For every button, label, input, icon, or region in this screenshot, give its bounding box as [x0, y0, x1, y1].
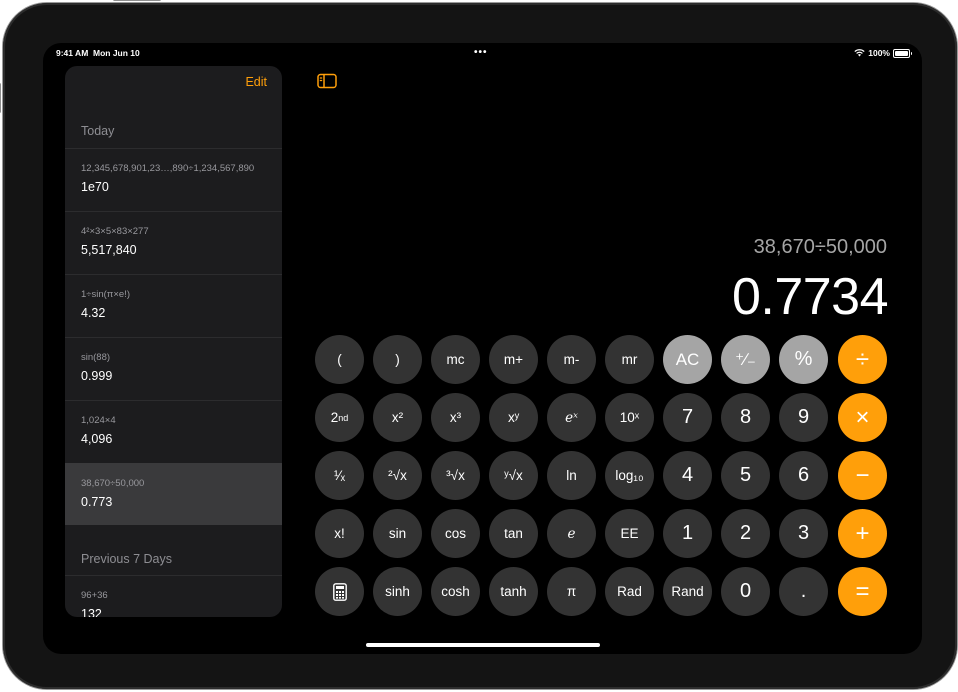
x-cubed-key[interactable]: x³ — [431, 393, 480, 442]
history-expression: sin(88) — [81, 352, 111, 363]
history-item[interactable]: 4²×3×5×83×277 5,517,840 — [65, 211, 282, 273]
second-function-key[interactable]: 2nd — [315, 393, 364, 442]
home-indicator[interactable] — [366, 643, 600, 647]
log10-key[interactable]: log₁₀ — [605, 451, 654, 500]
sidebar-toggle-icon[interactable] — [317, 73, 337, 89]
top-button — [113, 0, 161, 1]
history-result: 0.773 — [81, 495, 113, 509]
history-expression: 96+36 — [81, 590, 108, 601]
divide-key[interactable]: ÷ — [838, 335, 887, 384]
equals-key[interactable]: = — [838, 567, 887, 616]
close-paren-key[interactable]: ) — [373, 335, 422, 384]
digit-8-key[interactable]: 8 — [721, 393, 770, 442]
calculator-icon — [332, 582, 347, 601]
battery-percent: 100% — [868, 48, 890, 58]
history-expression: 38,670÷50,000 — [81, 478, 145, 489]
cube-root-key[interactable]: ³√x — [431, 451, 480, 500]
history-item[interactable]: 96+36 132 — [65, 575, 282, 617]
square-root-key[interactable]: ²√x — [373, 451, 422, 500]
euler-e-label: e — [567, 525, 576, 542]
history-result: 1e70 — [81, 180, 109, 194]
sin-key[interactable]: sin — [373, 509, 422, 558]
volume-button — [0, 83, 1, 113]
multitasking-dots[interactable]: ••• — [474, 47, 488, 58]
history-item-selected[interactable]: 38,670÷50,000 0.773 — [65, 463, 282, 525]
cosh-key[interactable]: cosh — [431, 567, 480, 616]
digit-1-key[interactable]: 1 — [663, 509, 712, 558]
history-result: 4,096 — [81, 432, 113, 446]
status-bar: 9:41 AM Mon Jun 10 ••• 100% — [43, 47, 922, 61]
digit-3-key[interactable]: 3 — [779, 509, 828, 558]
plus-key[interactable]: + — [838, 509, 887, 558]
ipad-frame: 9:41 AM Mon Jun 10 ••• 100% Edit Today 1… — [0, 0, 957, 689]
pi-key[interactable]: π — [547, 567, 596, 616]
sinh-key[interactable]: sinh — [373, 567, 422, 616]
x-power-y-key[interactable]: xʸ — [489, 393, 538, 442]
decimal-key[interactable]: . — [779, 567, 828, 616]
percent-key[interactable]: % — [779, 335, 828, 384]
multiply-key[interactable]: × — [838, 393, 887, 442]
euler-e-key[interactable]: e — [547, 509, 596, 558]
memory-add-key[interactable]: m+ — [489, 335, 538, 384]
section-header-today: Today — [81, 124, 115, 138]
edit-button[interactable]: Edit — [245, 75, 267, 89]
history-result: 4.32 — [81, 306, 106, 320]
history-expression: 1÷sin(π×e!) — [81, 289, 130, 300]
tan-key[interactable]: tan — [489, 509, 538, 558]
ee-key[interactable]: EE — [605, 509, 654, 558]
history-sidebar: Edit Today 12,345,678,901,23…,890÷1,234,… — [65, 66, 282, 617]
calculator-mode-key[interactable] — [315, 567, 364, 616]
digit-4-key[interactable]: 4 — [663, 451, 712, 500]
digit-9-key[interactable]: 9 — [779, 393, 828, 442]
history-item[interactable]: 12,345,678,901,23…,890÷1,234,567,890 1e7… — [65, 148, 282, 210]
history-expression: 4²×3×5×83×277 — [81, 226, 149, 237]
result-display: 0.7734 — [731, 268, 889, 326]
history-result: 0.999 — [81, 369, 113, 383]
second-key-superscript: nd — [338, 412, 349, 423]
memory-clear-key[interactable]: mc — [431, 335, 480, 384]
status-time: 9:41 AM Mon Jun 10 — [56, 48, 140, 58]
digit-7-key[interactable]: 7 — [663, 393, 712, 442]
e-power-x-label: eˣ — [565, 409, 578, 426]
reciprocal-key[interactable]: ¹⁄ₓ — [315, 451, 364, 500]
ten-power-x-key[interactable]: 10ˣ — [605, 393, 654, 442]
rand-key[interactable]: Rand — [663, 567, 712, 616]
history-item[interactable]: 1,024×4 4,096 — [65, 400, 282, 462]
e-power-x-key[interactable]: eˣ — [547, 393, 596, 442]
digit-2-key[interactable]: 2 — [721, 509, 770, 558]
all-clear-key[interactable]: AC — [663, 335, 712, 384]
natural-log-key[interactable]: ln — [547, 451, 596, 500]
history-expression: 1,024×4 — [81, 415, 116, 426]
wifi-icon — [854, 49, 865, 57]
digit-6-key[interactable]: 6 — [779, 451, 828, 500]
minus-key[interactable]: − — [838, 451, 887, 500]
y-root-key[interactable]: ʸ√x — [489, 451, 538, 500]
plus-minus-key[interactable]: ⁺∕₋ — [721, 335, 770, 384]
tanh-key[interactable]: tanh — [489, 567, 538, 616]
history-result: 132 — [81, 607, 102, 617]
memory-recall-key[interactable]: mr — [605, 335, 654, 384]
digit-0-key[interactable]: 0 — [721, 567, 770, 616]
status-right: 100% — [854, 48, 912, 58]
history-expression: 12,345,678,901,23…,890÷1,234,567,890 — [81, 163, 255, 174]
cos-key[interactable]: cos — [431, 509, 480, 558]
history-item[interactable]: 1÷sin(π×e!) 4.32 — [65, 274, 282, 336]
open-paren-key[interactable]: ( — [315, 335, 364, 384]
history-item[interactable]: sin(88) 0.999 — [65, 337, 282, 399]
section-header-previous-7-days: Previous 7 Days — [81, 552, 173, 566]
memory-subtract-key[interactable]: m- — [547, 335, 596, 384]
battery-icon — [893, 48, 912, 58]
digit-5-key[interactable]: 5 — [721, 451, 770, 500]
screen: 9:41 AM Mon Jun 10 ••• 100% Edit Today 1… — [43, 43, 922, 654]
factorial-key[interactable]: x! — [315, 509, 364, 558]
x-squared-key[interactable]: x² — [373, 393, 422, 442]
history-result: 5,517,840 — [81, 243, 137, 257]
expression-display: 38,670÷50,000 — [753, 236, 887, 258]
rad-key[interactable]: Rad — [605, 567, 654, 616]
